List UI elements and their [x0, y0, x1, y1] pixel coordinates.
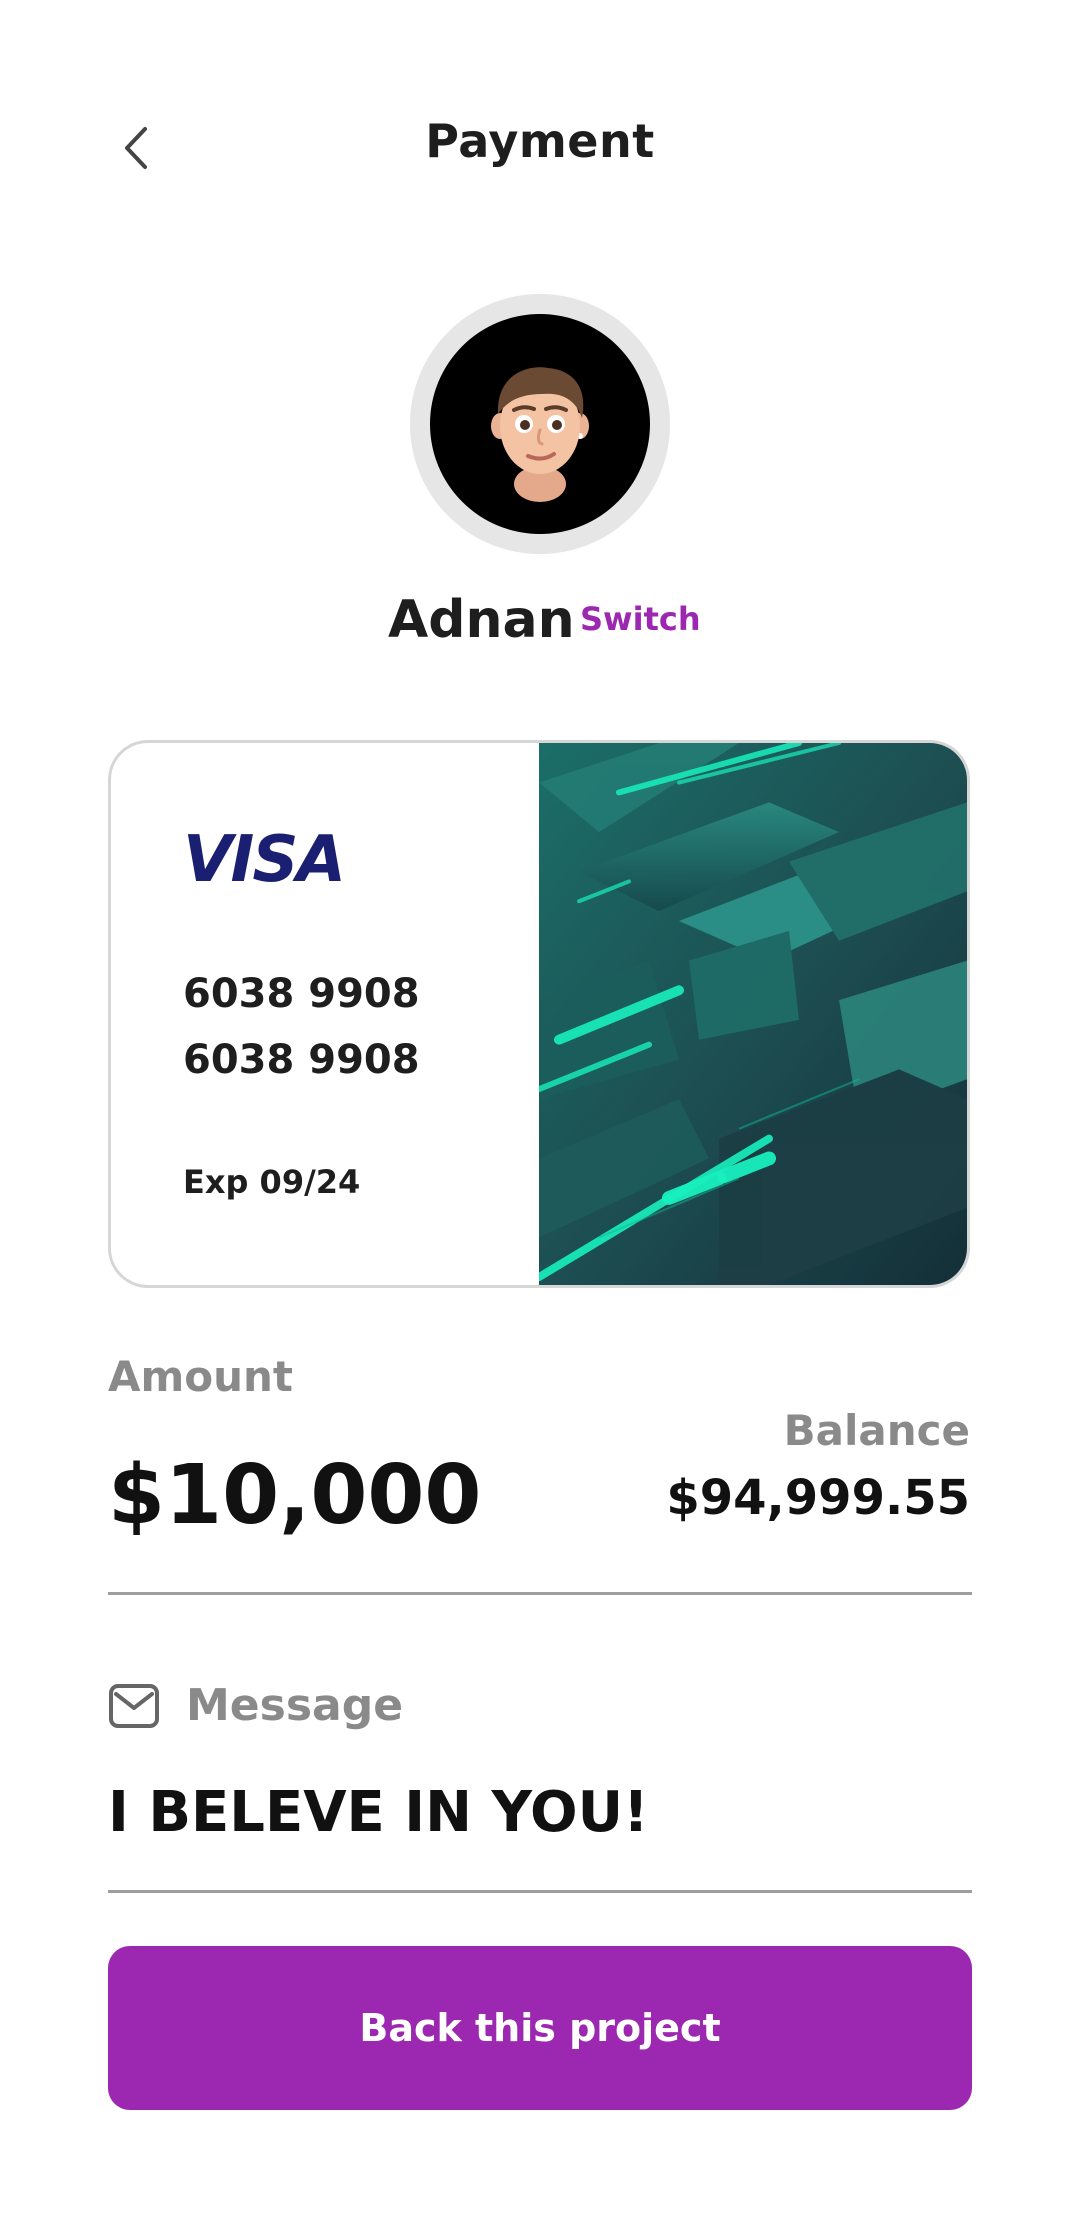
memoji-avatar: [491, 367, 589, 502]
amount-input[interactable]: $10,000: [108, 1448, 481, 1543]
mail-icon: [109, 1684, 159, 1728]
message-label: Message: [186, 1680, 404, 1731]
message-divider: [108, 1890, 972, 1893]
switch-account-link[interactable]: Switch: [580, 600, 701, 638]
balance-label: Balance: [783, 1406, 970, 1455]
user-name: Adnan: [388, 590, 575, 650]
payment-card[interactable]: VISA 6038 9908 6038 9908 Exp 09/24: [108, 740, 970, 1288]
amount-divider: [108, 1592, 972, 1595]
card-art-image: [539, 743, 967, 1285]
back-project-button[interactable]: Back this project: [108, 1946, 972, 2110]
card-expiry: Exp 09/24: [183, 1163, 361, 1201]
card-number: 6038 9908 6038 9908: [183, 971, 420, 1083]
balance-value: $94,999.55: [666, 1470, 970, 1526]
visa-logo: VISA: [183, 823, 346, 897]
message-input[interactable]: [108, 1780, 968, 1845]
avatar: [430, 314, 650, 534]
page-title: Payment: [425, 114, 655, 168]
amount-label: Amount: [108, 1352, 294, 1401]
